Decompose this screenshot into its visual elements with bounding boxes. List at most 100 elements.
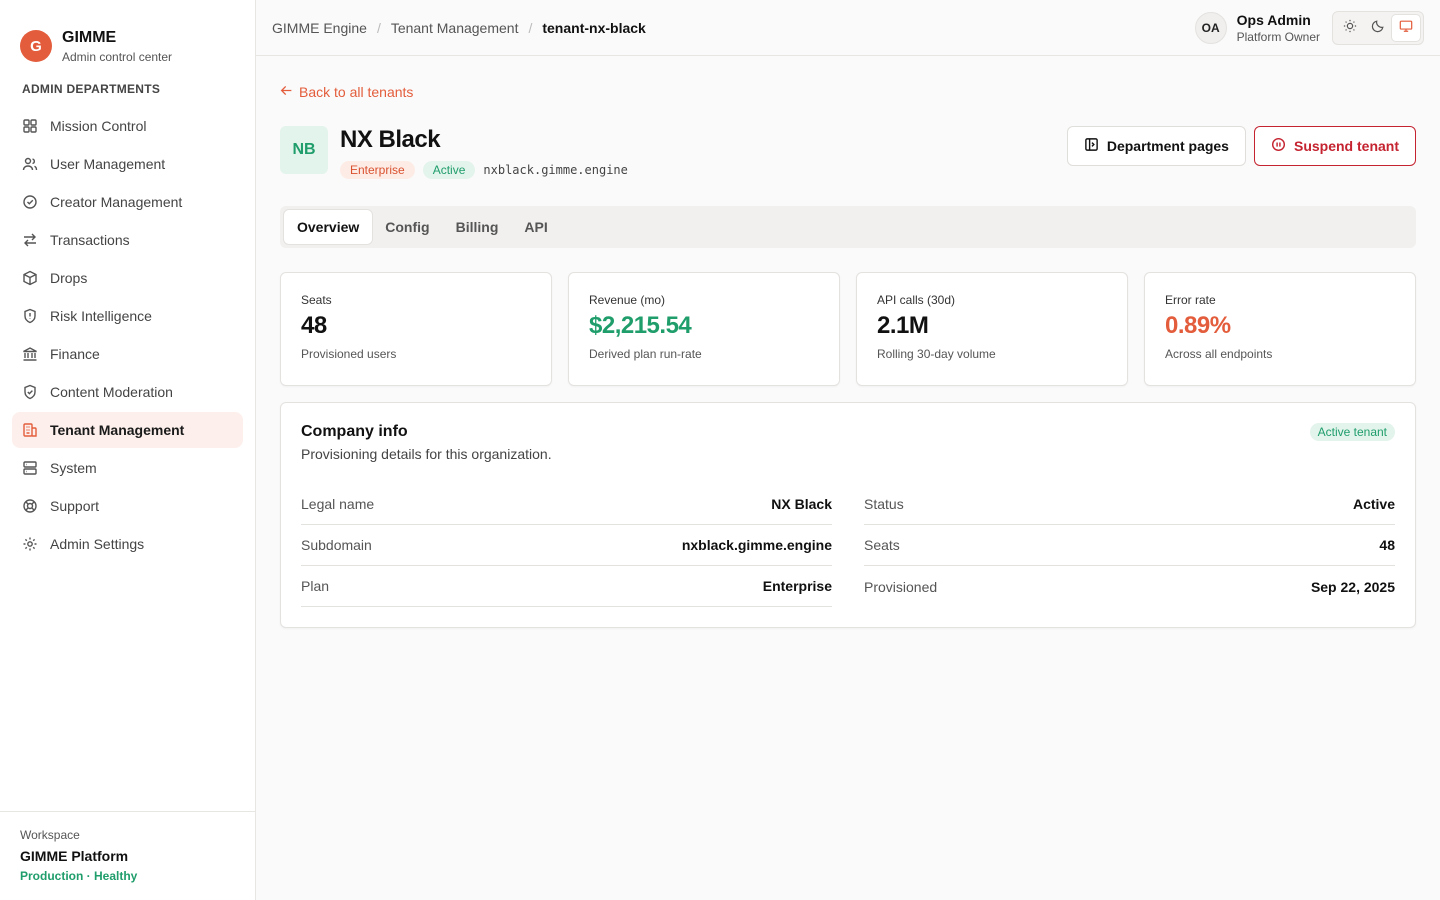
brand-name: GIMME [62,28,117,46]
info-key: Seats [864,537,900,553]
tab-api[interactable]: API [511,210,560,244]
sidebar-item-label: User Management [50,156,166,172]
shield-check-icon [22,384,38,400]
sidebar-item-system[interactable]: System [12,450,243,486]
info-row: Seats 48 [864,525,1395,566]
brand[interactable]: G GIMME Admin control center [0,0,255,70]
shield-alert-icon [22,308,38,324]
tab-config[interactable]: Config [372,210,442,244]
sidebar-item-label: Admin Settings [50,536,145,552]
gear-icon [22,536,38,552]
sidebar-item-label: Tenant Management [50,422,185,438]
tenant-header: NB NX Black Enterprise Active nxblack.gi… [280,126,1416,182]
sidebar-item-mission-control[interactable]: Mission Control [12,108,243,144]
bank-icon [22,346,38,362]
stat-value: 0.89% [1165,312,1231,339]
sidebar-item-admin-settings[interactable]: Admin Settings [12,526,243,562]
moon-icon [1371,19,1385,36]
sidebar-item-label: Transactions [50,232,130,248]
info-row: Legal name NX Black [301,484,832,525]
pause-circle-icon [1271,137,1294,155]
info-value: 48 [1379,537,1395,553]
department-pages-label: Department pages [1106,138,1229,154]
breadcrumb-separator: / [528,19,533,36]
stat-value: $2,215.54 [589,312,692,339]
breadcrumb-current: tenant-nx-black [542,19,646,36]
user-meta: Ops Admin Platform Owner [1237,12,1320,44]
panel-icon [1084,137,1107,155]
info-value: Sep 22, 2025 [1310,578,1395,595]
brand-subtitle: Admin control center [62,49,173,64]
sidebar-item-finance[interactable]: Finance [12,336,243,372]
sidebar-item-support[interactable]: Support [12,488,243,524]
stats-row: Seats 48 Provisioned users Revenue (mo) … [280,272,1416,386]
sidebar-item-label: Content Moderation [50,384,173,400]
info-row: Provisioned Sep 22, 2025 [864,566,1395,607]
workspace-name: GIMME Platform [20,848,129,864]
sidebar-item-content-moderation[interactable]: Content Moderation [12,374,243,410]
breadcrumb-item[interactable]: Tenant Management [391,20,519,36]
users-icon [22,156,38,172]
stat-card-error-rate: Error rate 0.89% Across all endpoints [1144,272,1416,386]
stat-card-api-calls: API calls (30d) 2.1M Rolling 30-day volu… [856,272,1128,386]
stat-sub: Across all endpoints [1165,347,1273,361]
breadcrumb-item[interactable]: GIMME Engine [272,20,367,36]
tabs: Overview Config Billing API [280,206,1416,248]
info-value: Enterprise [762,578,832,594]
workspace-panel[interactable]: Workspace GIMME Platform Production · He… [0,811,255,900]
sidebar-item-label: Finance [50,346,100,362]
info-column-right: Status Active Seats 48 Provisioned Sep 2… [864,484,1395,607]
user-role: Platform Owner [1236,29,1320,44]
building-icon [22,422,38,438]
tab-overview[interactable]: Overview [284,210,373,244]
theme-dark-button[interactable] [1364,15,1392,41]
department-pages-button[interactable]: Department pages [1066,126,1246,166]
stat-card-revenue: Revenue (mo) $2,215.54 Derived plan run-… [568,272,840,386]
server-icon [22,460,38,476]
theme-system-button[interactable] [1392,14,1420,41]
info-key: Plan [301,578,330,594]
breadcrumb-separator: / [376,19,381,36]
arrow-left-icon [280,84,299,100]
check-circle-icon [22,194,38,210]
sidebar-item-label: Drops [50,270,88,286]
sidebar: G GIMME Admin control center ADMIN DEPAR… [0,0,256,900]
theme-light-button[interactable] [1336,15,1364,41]
status-badge: Active [422,161,476,179]
stat-value: 48 [301,312,327,339]
info-row: Plan Enterprise [301,566,832,607]
tenant-avatar: NB [280,126,328,174]
tenant-domain: nxblack.gimme.engine [483,163,628,177]
stat-label: Seats [301,293,332,307]
stat-card-seats: Seats 48 Provisioned users [280,272,552,386]
sidebar-item-tenant-management[interactable]: Tenant Management [12,412,243,448]
info-row: Status Active [864,484,1395,525]
active-tenant-badge: Active tenant [1309,423,1395,441]
sidebar-item-label: Risk Intelligence [50,308,152,324]
sidebar-item-risk-intelligence[interactable]: Risk Intelligence [12,298,243,334]
card-title: Company info [301,423,408,440]
page-title: NX Black [340,126,441,153]
info-column-left: Legal name NX Black Subdomain nxblack.gi… [301,484,832,607]
workspace-label: Workspace [20,828,80,842]
sidebar-item-creator-management[interactable]: Creator Management [12,184,243,220]
box-icon [22,270,38,286]
workspace-status: Production · Healthy [20,869,138,883]
back-link[interactable]: Back to all tenants [280,82,413,102]
user-name: Ops Admin [1236,11,1311,28]
stat-sub: Derived plan run-rate [589,347,702,361]
sidebar-item-drops[interactable]: Drops [12,260,243,296]
sidebar-item-user-management[interactable]: User Management [12,146,243,182]
main-area: GIMME Engine / Tenant Management / tenan… [256,0,1440,900]
avatar[interactable]: OA [1194,11,1227,44]
grid-icon [22,118,38,134]
info-value: Active [1352,496,1395,512]
plan-badge: Enterprise [340,161,415,179]
lifebuoy-icon [22,498,38,514]
suspend-tenant-button[interactable]: Suspend tenant [1253,126,1416,166]
sidebar-item-label: System [50,460,97,476]
tab-billing[interactable]: Billing [443,210,512,244]
sidebar-section-title: ADMIN DEPARTMENTS [22,82,161,96]
sidebar-item-transactions[interactable]: Transactions [12,222,243,258]
sidebar-item-label: Creator Management [50,194,183,210]
